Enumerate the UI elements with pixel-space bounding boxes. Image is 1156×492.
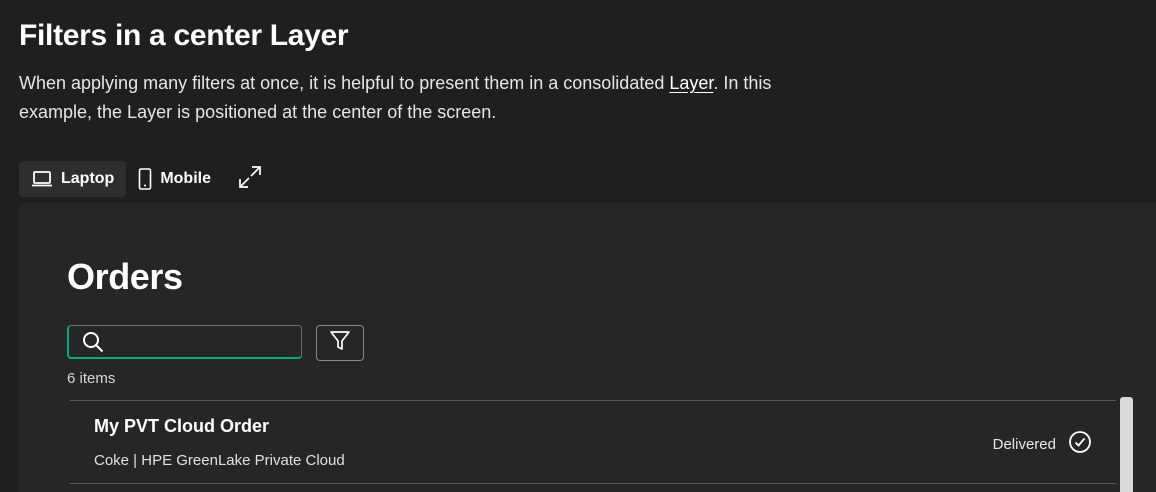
orders-title: Orders	[67, 256, 183, 297]
tab-label: Mobile	[160, 170, 211, 187]
order-subtitle: Coke | HPE GreenLake Private Cloud	[94, 452, 345, 469]
page: Filters in a center Layer When applying …	[0, 0, 1156, 492]
tab-label: Laptop	[61, 170, 115, 187]
page-title: Filters in a center Layer	[19, 19, 349, 52]
tab-mobile[interactable]: Mobile	[126, 161, 223, 197]
search-box[interactable]	[67, 325, 328, 359]
filter-button[interactable]	[316, 325, 364, 361]
description-text: When applying many filters at once, it i…	[19, 73, 670, 93]
order-title: My PVT Cloud Order	[94, 416, 270, 436]
search-input[interactable]	[105, 326, 328, 357]
mobile-icon	[138, 168, 152, 190]
layer-link[interactable]: Layer	[669, 73, 713, 93]
order-status: Delivered	[993, 430, 1092, 458]
expand-icon	[237, 164, 263, 195]
tab-laptop[interactable]: Laptop	[19, 161, 127, 197]
page-description: When applying many filters at once, it i…	[19, 69, 809, 127]
results-count: 6 items	[67, 370, 116, 387]
scrollbar[interactable]	[1120, 397, 1133, 492]
preview-frame: Orders 6 items My PVT Cloud Order Coke |	[19, 203, 1156, 492]
orders-list: My PVT Cloud Order Coke | HPE GreenLake …	[70, 400, 1116, 484]
filter-icon	[329, 330, 351, 357]
status-label: Delivered	[992, 435, 1056, 453]
laptop-icon	[31, 170, 53, 188]
status-good-icon	[1068, 430, 1092, 458]
expand-button[interactable]	[229, 161, 271, 197]
list-item[interactable]: My PVT Cloud Order Coke | HPE GreenLake …	[70, 401, 1116, 484]
device-tabs: Laptop Mobile	[19, 161, 271, 197]
search-icon	[81, 330, 105, 354]
